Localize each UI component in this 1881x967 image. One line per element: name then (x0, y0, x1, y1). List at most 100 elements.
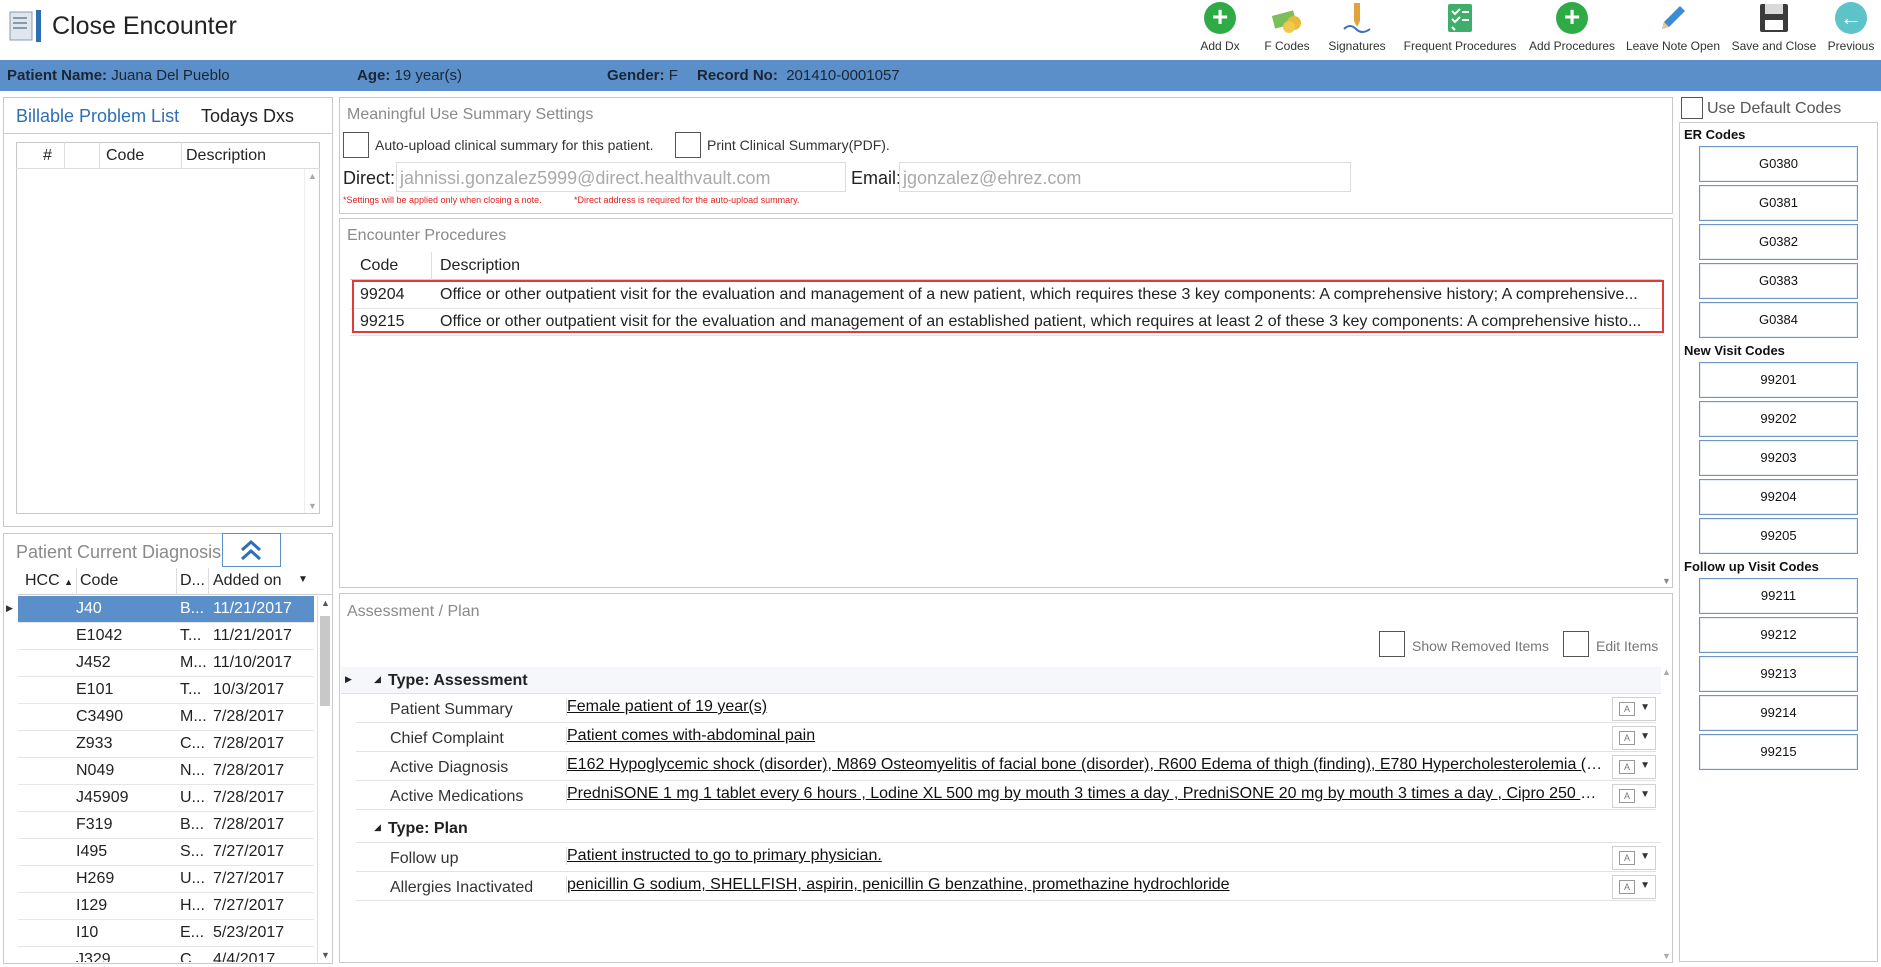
collapse-triangle-icon[interactable]: ◢ (374, 822, 381, 833)
ap-row-value-link[interactable]: PredniSONE 1 mg 1 tablet every 6 hours ,… (566, 785, 1606, 803)
code-button-g0380[interactable]: G0380 (1699, 146, 1858, 182)
scroll-down-icon[interactable]: ▼ (308, 501, 317, 511)
code-button-99203[interactable]: 99203 (1699, 440, 1858, 476)
use-default-codes-checkbox[interactable] (1681, 97, 1703, 119)
table-row[interactable]: E101 T... 10/3/2017 (18, 677, 314, 704)
code-button-99204[interactable]: 99204 (1699, 479, 1858, 515)
show-removed-checkbox[interactable] (1379, 631, 1405, 657)
scroll-thumb[interactable] (320, 616, 330, 706)
diagnosis-scrollbar[interactable]: ▲ ▼ (317, 596, 332, 962)
save-and-close-button[interactable]: Save and Close (1728, 0, 1820, 58)
code-button-99213[interactable]: 99213 (1699, 656, 1858, 692)
code-button-g0381[interactable]: G0381 (1699, 185, 1858, 221)
collapse-button[interactable] (222, 533, 281, 567)
window-title: Close Encounter (52, 12, 237, 40)
table-row[interactable]: J45909 U... 7/28/2017 (18, 785, 314, 812)
settings-note: *Settings will be applied only when clos… (343, 195, 542, 205)
leave-note-open-button[interactable]: Leave Note Open (1624, 0, 1722, 58)
code-button-g0382[interactable]: G0382 (1699, 224, 1858, 260)
edit-items-checkbox[interactable] (1563, 631, 1589, 657)
ap-row-template-dropdown[interactable]: A ▼ (1612, 875, 1656, 899)
print-summary-checkbox[interactable] (675, 132, 701, 158)
table-row[interactable]: H269 U... 7/27/2017 (18, 866, 314, 893)
ap-row: Allergies Inactivated penicillin G sodium… (356, 872, 1656, 901)
scroll-up-icon[interactable]: ▲ (308, 171, 317, 181)
table-row[interactable]: E1042 T... 11/21/2017 (18, 623, 314, 650)
chevron-down-icon: ▼ (1640, 851, 1650, 862)
col-num-header[interactable]: # (43, 147, 52, 165)
ap-row-template-dropdown[interactable]: A ▼ (1612, 846, 1656, 870)
current-diagnosis-title: Patient Current Diagnosis (16, 542, 222, 562)
scroll-down-icon[interactable]: ▼ (1662, 951, 1671, 961)
add-dx-button[interactable]: + Add Dx (1190, 0, 1250, 58)
follow-up-codes-title: Follow up Visit Codes (1684, 559, 1819, 574)
ap-row-template-dropdown[interactable]: A ▼ (1612, 697, 1656, 721)
col-code-header[interactable]: Code (360, 257, 398, 275)
problem-list-header: # Code Description (16, 142, 320, 169)
assessment-group-header[interactable]: ▶ ◢ Type: Assessment (341, 667, 1661, 694)
code-button-99214[interactable]: 99214 (1699, 695, 1858, 731)
col-description-header[interactable]: Description (186, 147, 266, 165)
code-button-99205[interactable]: 99205 (1699, 518, 1858, 554)
filter-dropdown-icon[interactable]: ▼ (298, 574, 308, 585)
table-row[interactable]: I495 S... 7/27/2017 (18, 839, 314, 866)
procedures-scrollbar[interactable]: ▼ (1662, 252, 1672, 586)
dx-added-on: 4/4/2017 (213, 951, 276, 962)
table-row[interactable]: F319 B... 7/28/2017 (18, 812, 314, 839)
table-row[interactable]: I129 H... 7/27/2017 (18, 893, 314, 920)
col-description-header[interactable]: Description (440, 257, 520, 275)
table-row[interactable]: J329 C... 4/4/2017 (18, 947, 314, 962)
tab-billable-problem-list[interactable]: Billable Problem List (6, 100, 190, 135)
ap-row-template-dropdown[interactable]: A ▼ (1612, 726, 1656, 750)
code-button-99202[interactable]: 99202 (1699, 401, 1858, 437)
problem-list-scrollbar[interactable]: ▲ ▼ (304, 169, 319, 513)
f-codes-button[interactable]: F Codes (1254, 0, 1320, 58)
direct-address-input[interactable]: jahnissi.gonzalez5999@direct.healthvault… (396, 162, 846, 192)
frequent-procedures-button[interactable]: Frequent Procedures (1400, 0, 1520, 58)
add-procedures-button[interactable]: + Add Procedures (1524, 0, 1620, 58)
col-code-header[interactable]: Code (106, 147, 144, 165)
sort-asc-icon: ▲ (64, 577, 74, 587)
signatures-button[interactable]: Signatures (1324, 0, 1390, 58)
scroll-up-icon[interactable]: ▲ (1662, 667, 1671, 677)
code-button-99211[interactable]: 99211 (1699, 578, 1858, 614)
scroll-up-icon[interactable]: ▲ (321, 598, 330, 608)
tab-todays-dxs[interactable]: Todays Dxs (191, 100, 304, 133)
dx-code: E101 (76, 681, 114, 698)
dx-description: M... (180, 708, 207, 725)
col-added-on-header[interactable]: Added on (213, 572, 282, 590)
col-code-header[interactable]: Code (80, 572, 118, 590)
dx-code: H269 (76, 870, 115, 887)
scroll-down-icon[interactable]: ▼ (321, 950, 330, 960)
previous-button[interactable]: ← Previous (1822, 0, 1880, 58)
ap-row-value-link[interactable]: Patient instructed to go to primary phys… (566, 847, 1606, 865)
code-button-99201[interactable]: 99201 (1699, 362, 1858, 398)
ap-row-template-dropdown[interactable]: A ▼ (1612, 784, 1656, 808)
er-codes-title: ER Codes (1684, 127, 1746, 142)
table-row[interactable]: J452 M... 11/10/2017 (18, 650, 314, 677)
ap-row-value-link[interactable]: penicillin G sodium, SHELLFISH, aspirin,… (566, 876, 1606, 894)
table-row[interactable]: C3490 M... 7/28/2017 (18, 704, 314, 731)
code-button-g0384[interactable]: G0384 (1699, 302, 1858, 338)
table-row[interactable]: I10 E... 5/23/2017 (18, 920, 314, 947)
auto-upload-checkbox[interactable] (343, 132, 369, 158)
plan-group-header[interactable]: ◢ Type: Plan (356, 815, 1661, 843)
col-description-header[interactable]: D... (180, 572, 205, 590)
table-row[interactable]: J40 B... 11/21/2017 (18, 596, 314, 623)
chevron-down-icon: ▼ (1640, 760, 1650, 771)
ap-row-value-link[interactable]: E162 Hypoglycemic shock (disorder), M869… (566, 756, 1606, 774)
email-input[interactable]: jgonzalez@ehrez.com (899, 162, 1351, 192)
table-row[interactable]: Z933 C... 7/28/2017 (18, 731, 314, 758)
table-row[interactable]: N049 N... 7/28/2017 (18, 758, 314, 785)
dx-added-on: 7/27/2017 (213, 843, 285, 860)
assessment-scrollbar[interactable]: ▲ ▼ (1662, 667, 1672, 961)
col-hcc-header[interactable]: HCC ▲ (25, 572, 73, 590)
ap-row-template-dropdown[interactable]: A ▼ (1612, 755, 1656, 779)
code-button-g0383[interactable]: G0383 (1699, 263, 1858, 299)
ap-row-value-link[interactable]: Female patient of 19 year(s) (566, 698, 1606, 716)
code-button-99212[interactable]: 99212 (1699, 617, 1858, 653)
ap-row-value-link[interactable]: Patient comes with-abdominal pain (566, 727, 1606, 745)
code-button-99215[interactable]: 99215 (1699, 734, 1858, 770)
collapse-triangle-icon[interactable]: ◢ (374, 674, 381, 685)
scroll-down-icon[interactable]: ▼ (1662, 576, 1671, 586)
